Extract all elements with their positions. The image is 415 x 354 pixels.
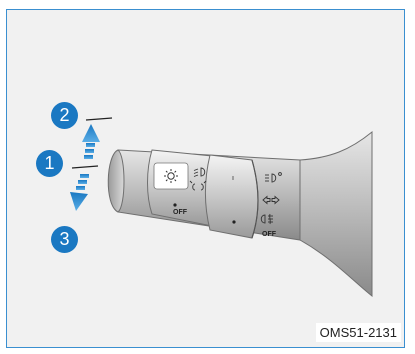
stalk-base [299,130,373,298]
off-label-inner: OFF [173,209,188,216]
step-badge-1: 1 [36,150,63,177]
figure-code-label: OMS51-2131 [315,323,401,342]
position-dot [173,203,177,207]
position-tick-1 [71,165,99,169]
headlamp-switch-illustration: OFF OFF [70,117,373,298]
step-badge-2: 2 [51,102,78,129]
step-badge-3: 3 [51,226,78,253]
stalk-end-cap [107,149,125,213]
arrow-up-icon [82,124,100,159]
arrow-down-icon [70,174,89,211]
position-dot [232,220,236,224]
outer-ring [205,154,259,239]
off-label-outer: OFF [262,231,277,238]
auto-light-window [153,162,189,190]
position-tick-2 [85,117,113,121]
